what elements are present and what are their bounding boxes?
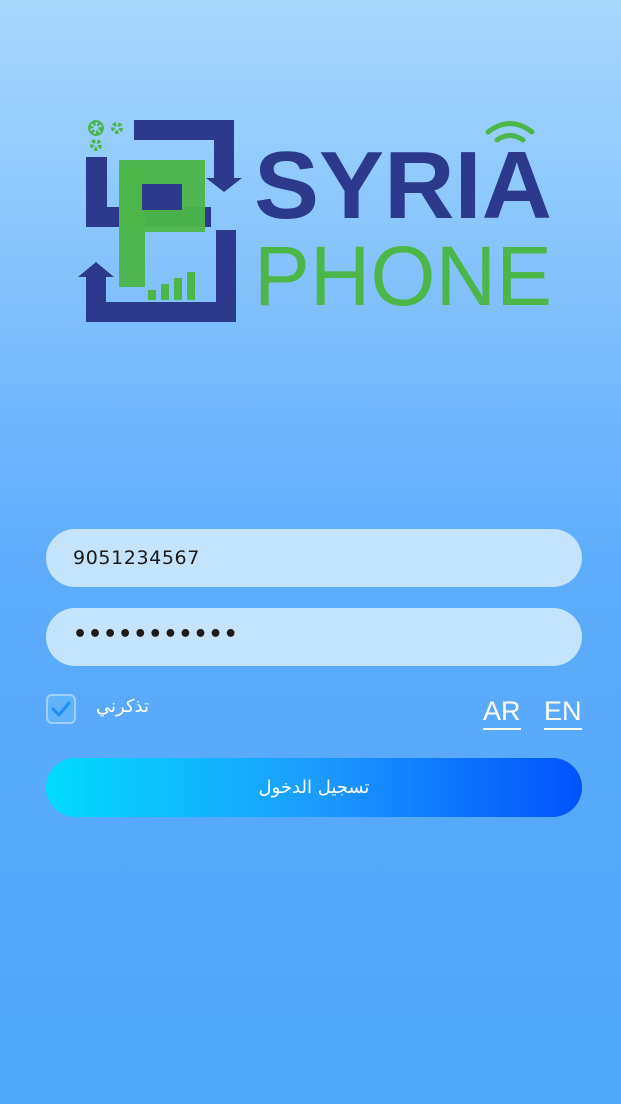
checkmark-icon (51, 701, 71, 717)
logo-title-line2: PHONE (254, 229, 552, 323)
emblem-icon (78, 120, 242, 322)
language-en-link[interactable]: EN (544, 695, 582, 730)
gear-icon (88, 120, 123, 151)
login-button[interactable]: تسجيل الدخول (46, 758, 582, 817)
remember-me[interactable]: تذكرني (46, 693, 149, 725)
password-input[interactable]: ••••••••••• (46, 608, 582, 666)
phone-input-value: 9051234567 (73, 547, 200, 569)
app-logo: SYRIA PHONE (74, 112, 564, 328)
password-input-value: ••••••••••• (73, 621, 239, 647)
login-button-label: تسجيل الدخول (258, 777, 370, 798)
remember-me-checkbox[interactable] (46, 694, 76, 724)
remember-me-label: تذكرني (96, 695, 149, 717)
language-ar-link[interactable]: AR (483, 695, 521, 730)
phone-input[interactable]: 9051234567 (46, 529, 582, 587)
logo-title-line1: SYRIA (254, 132, 552, 239)
